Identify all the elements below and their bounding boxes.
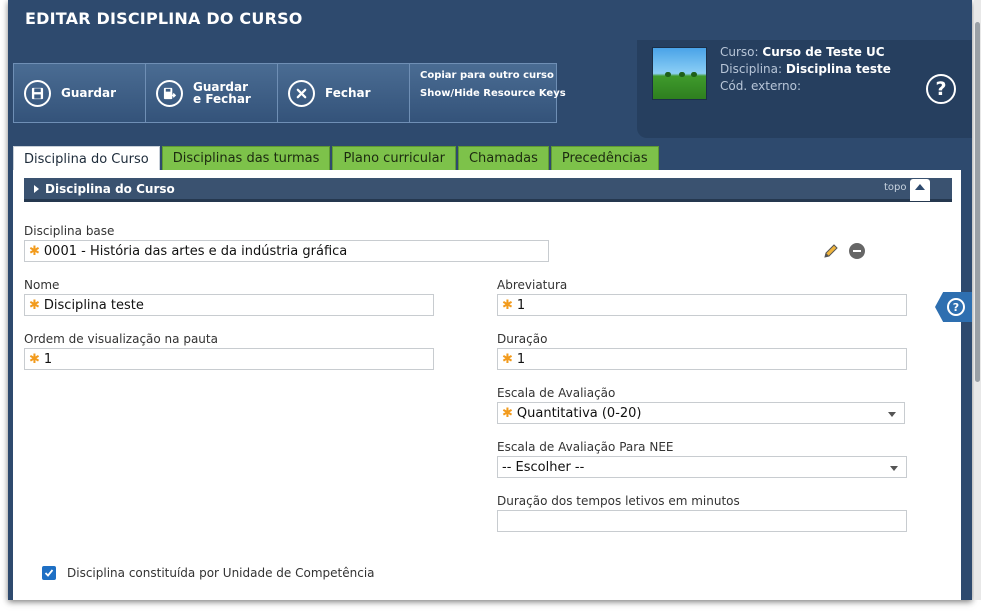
close-button[interactable]: Fechar [278, 64, 410, 122]
external-code-key: Cód. externo: [720, 79, 802, 93]
help-icon: ? [947, 298, 965, 316]
abreviatura-value: 1 [516, 297, 526, 313]
unidade-competencia-label: Disciplina constituída por Unidade de Co… [67, 566, 375, 580]
course-info-panel: Curso: Curso de Teste UC Disciplina: Dis… [637, 40, 972, 138]
required-icon: ✱ [29, 243, 40, 259]
abreviatura-label: Abreviatura [497, 278, 568, 292]
vertical-scrollbar[interactable] [974, 0, 981, 600]
duracao-label: Duração [497, 332, 548, 346]
chevron-down-icon [888, 412, 896, 417]
scroll-top-button[interactable] [910, 179, 930, 201]
top-link[interactable]: topo [884, 182, 907, 193]
disciplina-base-value: 0001 - História das artes e da indústria… [43, 243, 348, 259]
toolbar-links: Copiar para outro curso Show/Hide Resour… [410, 64, 566, 122]
escala-nee-select[interactable]: -- Escolher -- [497, 456, 907, 478]
arrow-up-icon [915, 184, 925, 190]
content-panel: Disciplina do Curso topo Disciplina base… [13, 170, 961, 600]
nome-value: Disciplina teste [43, 297, 144, 313]
close-label: Fechar [325, 86, 371, 100]
required-icon: ✱ [502, 405, 513, 421]
page-title: EDITAR DISCIPLINA DO CURSO [25, 9, 303, 28]
escala-select[interactable]: ✱ Quantitativa (0-20) [497, 402, 905, 424]
discipline-value: Disciplina teste [785, 62, 891, 76]
tab-precedencias[interactable]: Precedências [550, 146, 659, 170]
unidade-competencia-checkbox[interactable] [42, 566, 56, 580]
tab-plano-curricular[interactable]: Plano curricular [332, 146, 456, 170]
course-value: Curso de Teste UC [762, 45, 885, 59]
save-exit-icon [156, 79, 183, 107]
expand-triangle-icon [34, 184, 39, 193]
section-header[interactable]: Disciplina do Curso topo [24, 178, 952, 202]
ordem-input[interactable]: ✱ 1 [24, 348, 434, 370]
duracao-tempos-input[interactable] [497, 510, 907, 532]
required-icon: ✱ [29, 297, 40, 313]
close-icon [288, 79, 315, 107]
save-and-close-button[interactable]: Guardar e Fechar [146, 64, 278, 122]
duracao-input[interactable]: ✱ 1 [497, 348, 907, 370]
toggle-resource-keys-link[interactable]: Show/Hide Resource Keys [420, 85, 566, 103]
chevron-down-icon [890, 466, 898, 471]
nome-label: Nome [24, 278, 60, 292]
disciplina-base-field[interactable]: ✱ 0001 - História das artes e da indústr… [24, 240, 549, 262]
abreviatura-input[interactable]: ✱ 1 [497, 294, 907, 316]
required-icon: ✱ [502, 297, 513, 313]
tree-icon [679, 72, 685, 77]
pencil-icon[interactable] [823, 243, 839, 259]
floppy-disk-icon [24, 79, 51, 107]
nome-input[interactable]: ✱ Disciplina teste [24, 294, 434, 316]
checkmark-icon [44, 569, 54, 577]
save-label: Guardar [61, 86, 117, 100]
section-title: Disciplina do Curso [45, 181, 175, 196]
required-icon: ✱ [502, 351, 513, 367]
save-button[interactable]: Guardar [14, 64, 146, 122]
scrollbar-thumb[interactable] [975, 22, 980, 382]
course-key: Curso: [720, 45, 759, 59]
discipline-key: Disciplina: [720, 62, 783, 76]
course-thumbnail [652, 47, 707, 100]
tree-icon [691, 72, 697, 77]
escala-value: Quantitativa (0-20) [516, 405, 642, 421]
duracao-value: 1 [516, 351, 526, 367]
tab-disciplina-do-curso[interactable]: Disciplina do Curso [13, 146, 160, 171]
escala-nee-label: Escala de Avaliação Para NEE [497, 440, 674, 454]
duracao-tempos-label: Duração dos tempos letivos em minutos [497, 494, 740, 508]
required-icon: ✱ [29, 351, 40, 367]
disciplina-base-label: Disciplina base [24, 224, 115, 238]
ordem-value: 1 [43, 351, 53, 367]
escala-label: Escala de Avaliação [497, 386, 616, 400]
remove-icon[interactable] [849, 243, 865, 259]
copy-to-course-link[interactable]: Copiar para outro curso [420, 67, 556, 85]
tab-disciplinas-das-turmas[interactable]: Disciplinas das turmas [161, 146, 331, 170]
tab-chamadas[interactable]: Chamadas [457, 146, 549, 170]
escala-nee-value: -- Escolher -- [502, 459, 585, 475]
ordem-label: Ordem de visualização na pauta [24, 332, 218, 346]
save-and-close-label: Guardar e Fechar [193, 80, 251, 106]
help-icon[interactable]: ? [926, 74, 956, 104]
tree-icon [665, 72, 671, 77]
toolbar: Guardar Guardar e Fechar Fechar Copiar p… [13, 63, 566, 123]
edit-window: EDITAR DISCIPLINA DO CURSO Guardar Guard… [8, 0, 972, 600]
tab-bar: Disciplina do Curso Disciplinas das turm… [13, 146, 661, 171]
course-info-rows: Curso: Curso de Teste UC Disciplina: Dis… [720, 44, 891, 95]
